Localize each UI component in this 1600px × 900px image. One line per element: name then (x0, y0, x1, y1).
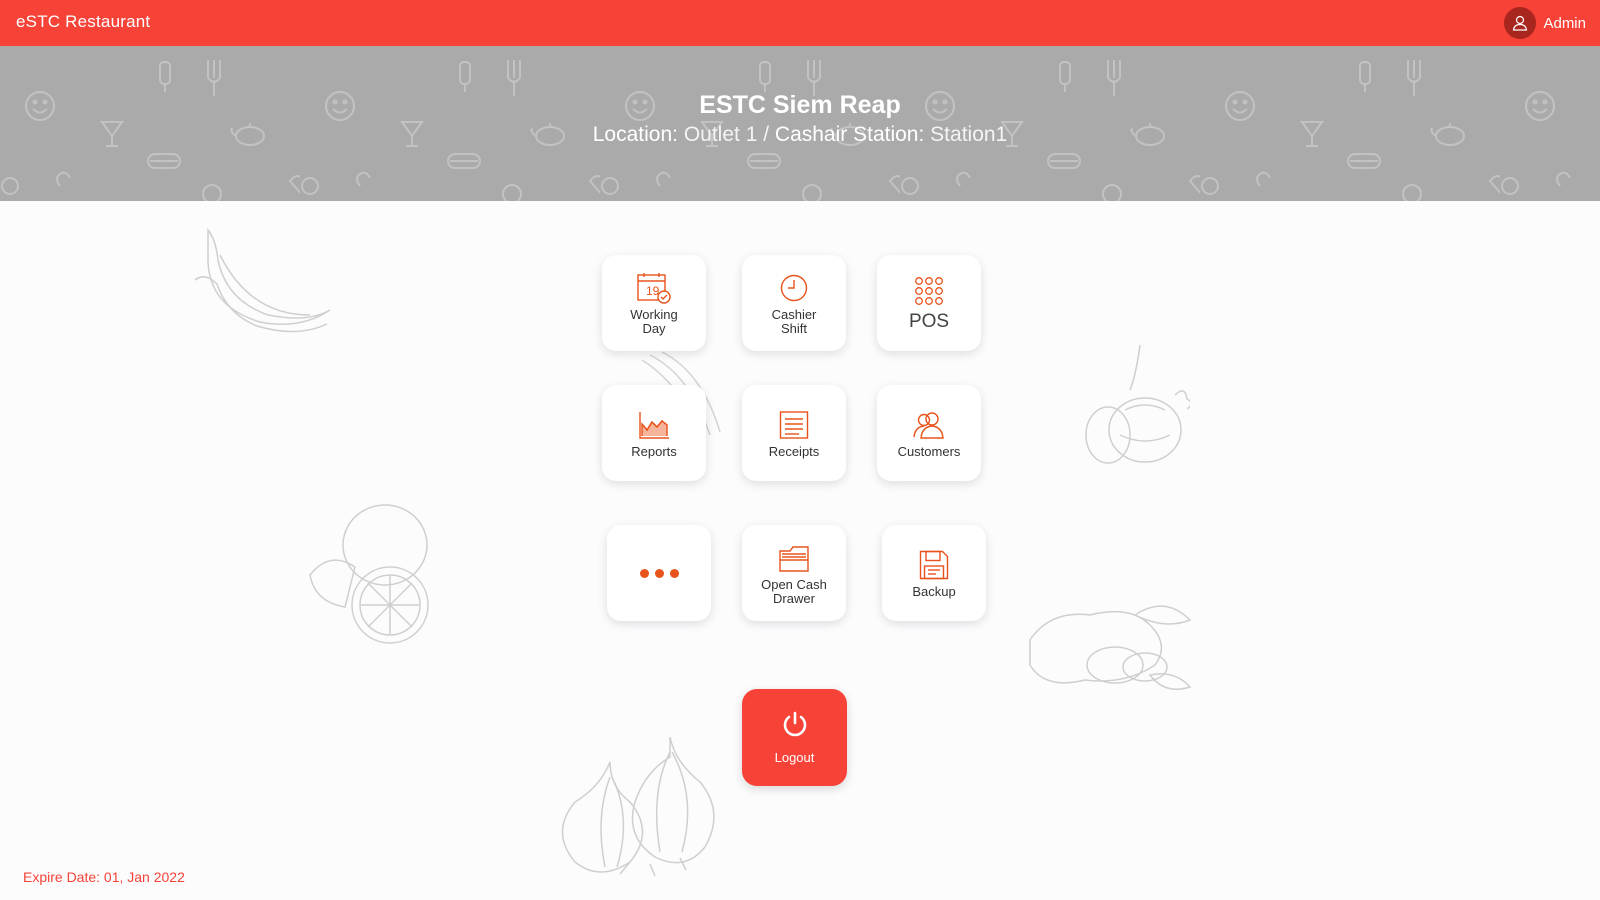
reports-label: Reports (631, 443, 677, 459)
top-bar: eSTC Restaurant Admin (0, 0, 1600, 46)
location-line: Location: Outlet 1 / Cashair Station: St… (0, 120, 1600, 150)
expire-date: Expire Date: 01, Jan 2022 (23, 869, 185, 885)
customers-button[interactable]: Customers (877, 385, 981, 481)
user-name[interactable]: Admin (1543, 15, 1586, 32)
chart-icon (638, 408, 670, 442)
garlic-sketch-decoration (1085, 344, 1190, 464)
station-value: Station1 (930, 123, 1008, 146)
calendar-icon: 19 (637, 271, 671, 305)
pos-button[interactable]: POS (877, 255, 981, 351)
chili-sketch-decoration (194, 227, 331, 333)
customers-label: Customers (897, 443, 961, 459)
onion-sketch-decoration (561, 736, 715, 877)
outlet-name: ESTC Siem Reap (699, 91, 901, 119)
lemon-sketch-decoration (309, 504, 429, 644)
app-title: eSTC Restaurant (16, 12, 151, 31)
user-icon[interactable] (1504, 7, 1537, 39)
receipts-label: Receipts (768, 443, 820, 459)
keypad-icon (914, 274, 944, 308)
cashier-shift-button[interactable]: Cashier Shift (742, 255, 846, 351)
backup-button[interactable]: Backup (882, 525, 986, 621)
ginger-sketch-decoration (1029, 605, 1192, 690)
drawer-icon (778, 541, 810, 575)
location-value: Outlet 1 (683, 123, 758, 146)
pos-label: POS (908, 310, 950, 332)
power-icon (782, 711, 808, 744)
logout-button[interactable]: Logout (742, 689, 847, 786)
working-day-button[interactable]: 19 Working Day (602, 255, 706, 351)
cashier-shift-label: Cashier Shift (771, 306, 817, 336)
banner-text: ESTC Siem Reap Location: Outlet 1 / Cash… (0, 90, 1600, 150)
open-cash-drawer-button[interactable]: Open Cash Drawer (742, 525, 846, 621)
receipts-button[interactable]: Receipts (742, 385, 846, 481)
outlet-banner: ESTC Siem Reap Location: Outlet 1 / Cash… (0, 46, 1600, 201)
location-label: Location: (592, 123, 678, 146)
more-button[interactable] (607, 525, 711, 621)
location-separator: / (763, 123, 770, 146)
logout-label: Logout (774, 749, 815, 765)
backup-label: Backup (912, 583, 956, 599)
clock-icon (779, 271, 809, 305)
receipt-icon (779, 408, 809, 442)
open-cash-drawer-label: Open Cash Drawer (761, 576, 827, 606)
station-label: Cashair Station: (774, 123, 925, 146)
more-icon (639, 568, 679, 578)
reports-button[interactable]: Reports (602, 385, 706, 481)
floppy-icon (919, 548, 949, 582)
user-menu[interactable]: Admin (1504, 7, 1586, 39)
customers-icon (912, 408, 946, 442)
working-day-label: Working Day (630, 306, 678, 336)
